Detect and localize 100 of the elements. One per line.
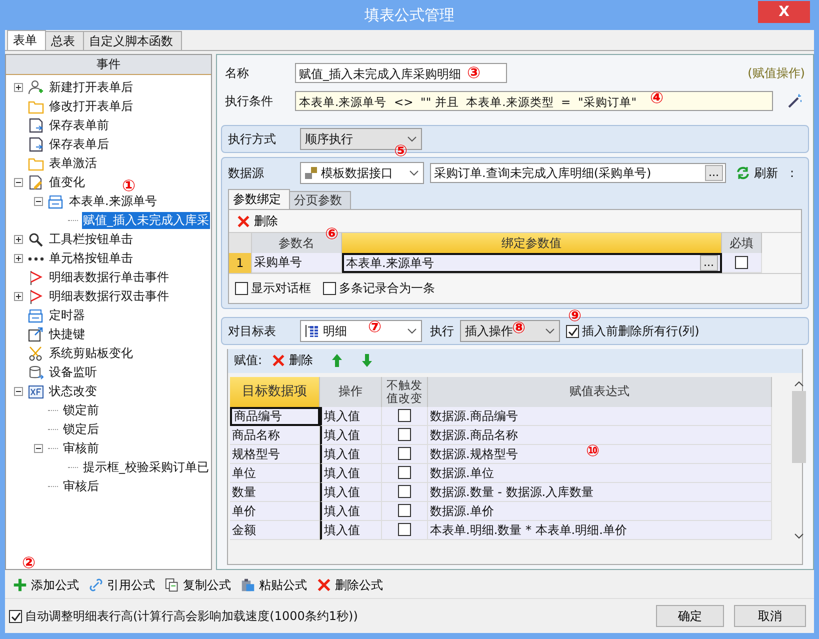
tree-item[interactable]: 锁定后 xyxy=(62,421,100,438)
collapse-toggle[interactable] xyxy=(34,197,44,206)
tree-item[interactable]: 提示框_校验采购订单已 xyxy=(82,459,210,476)
window-title: 填表公式管理 xyxy=(364,6,454,24)
toolbar-label: 赋值: xyxy=(234,352,262,370)
checkbox[interactable] xyxy=(398,409,411,422)
tree-item[interactable]: 保存表单后 xyxy=(48,136,110,153)
tree-item[interactable]: 工具栏按钮单击 xyxy=(48,231,134,248)
table-cell: 填入值 xyxy=(320,464,382,483)
browse-button[interactable]: ... xyxy=(700,255,718,271)
person-icon xyxy=(28,80,44,96)
blocks-icon xyxy=(305,167,317,179)
delete-button[interactable]: 删除 xyxy=(272,352,314,370)
action-button[interactable]: 删除公式 xyxy=(317,576,383,594)
column-header[interactable]: 操作 xyxy=(320,376,382,407)
action-button[interactable]: 引用公式 xyxy=(89,576,155,594)
action-button[interactable]: 粘贴公式 xyxy=(241,576,307,594)
chevron-down-icon xyxy=(407,136,417,142)
wand-icon[interactable] xyxy=(787,93,803,109)
query-field[interactable]: 采购订单.查询未完成入库明细(采购单号) ... xyxy=(430,163,726,183)
close-button[interactable]: X xyxy=(758,1,810,23)
checkbox[interactable] xyxy=(398,485,411,498)
down-arrow-icon[interactable] xyxy=(361,353,374,368)
tab[interactable]: 参数绑定 xyxy=(228,189,290,209)
checkbox[interactable] xyxy=(398,466,411,480)
collapse-toggle[interactable] xyxy=(14,387,24,396)
checkbox[interactable]: 多条记录合为一条 xyxy=(323,280,435,297)
chevron-up-icon[interactable] xyxy=(794,380,804,387)
checkbox[interactable]: 显示对话框 xyxy=(235,280,311,297)
table-cell: 商品名称 xyxy=(230,426,320,445)
tab[interactable]: 分页参数 xyxy=(289,191,351,209)
tab[interactable]: 表单 xyxy=(7,30,46,50)
checkbox[interactable] xyxy=(735,256,748,269)
column-header[interactable]: 赋值表达式 xyxy=(428,376,772,407)
column-header[interactable]: 必填 xyxy=(722,233,762,253)
database-icon xyxy=(28,364,44,380)
expand-toggle[interactable] xyxy=(14,254,24,263)
up-arrow-icon[interactable] xyxy=(331,353,344,368)
chevron-down-icon xyxy=(545,328,555,334)
tree-item[interactable]: 定时器 xyxy=(48,307,86,324)
checkbox[interactable] xyxy=(398,523,411,536)
collapse-toggle[interactable] xyxy=(14,178,24,187)
tab[interactable]: 总表 xyxy=(45,31,84,50)
column-header: 事件 xyxy=(6,55,211,75)
tree-item[interactable]: 状态改变 xyxy=(48,383,98,400)
tree-item[interactable]: 审核前 xyxy=(62,440,100,457)
dialog-button[interactable]: 取消 xyxy=(734,605,806,627)
tree-item[interactable]: 快捷键 xyxy=(48,326,86,343)
delete-button[interactable]: 删除 xyxy=(237,212,278,230)
browse-button[interactable]: ... xyxy=(704,165,723,181)
table-cell: 规格型号 xyxy=(230,444,320,464)
tree-item[interactable]: 审核后 xyxy=(62,478,100,495)
more-handle[interactable]: : xyxy=(790,166,794,180)
close-icon xyxy=(237,214,250,228)
flag-icon xyxy=(28,270,44,286)
refresh-icon xyxy=(736,166,750,180)
document-icon xyxy=(28,118,44,134)
expand-toggle[interactable] xyxy=(14,292,24,301)
table-cell: 金额 xyxy=(230,520,320,540)
magnifier-icon xyxy=(28,232,44,248)
checkmark-icon xyxy=(10,610,21,622)
checkbox[interactable] xyxy=(398,428,411,442)
table-cell: 填入值 xyxy=(320,426,382,445)
tree-item[interactable]: 系统剪贴板变化 xyxy=(48,345,134,362)
tree-item[interactable]: 修改打开表单后 xyxy=(48,98,134,115)
document-icon xyxy=(28,136,44,152)
refresh-button[interactable]: 刷新 xyxy=(732,164,778,182)
annotation-marker: ⑧ xyxy=(512,318,526,337)
action-button[interactable]: 添加公式 xyxy=(13,576,79,594)
datasource-dropdown[interactable]: 模板数据接口 xyxy=(300,162,424,184)
chevron-down-icon[interactable] xyxy=(794,532,804,539)
tree-item[interactable]: 本表单.来源单号 xyxy=(68,193,158,210)
checkmark-icon xyxy=(567,326,578,336)
action-button[interactable]: 复制公式 xyxy=(165,576,231,594)
table-cell: 填入值 xyxy=(320,444,382,464)
column-header[interactable]: 绑定参数值 xyxy=(342,233,722,253)
checkbox[interactable]: 插入前删除所有行(列) xyxy=(566,322,700,340)
tree-item[interactable]: 表单激活 xyxy=(48,155,98,172)
collapse-toggle[interactable] xyxy=(34,444,44,453)
scissors-icon xyxy=(28,346,44,362)
column-header[interactable]: 不触发值改变 xyxy=(382,376,428,407)
expand-toggle[interactable] xyxy=(14,83,24,92)
tree-item[interactable]: 赋值_插入未完成入库采 xyxy=(82,212,210,229)
checkbox[interactable] xyxy=(398,504,411,518)
tree-item[interactable]: 保存表单前 xyxy=(48,117,110,134)
tree-item[interactable]: 新建打开表单后 xyxy=(48,79,134,96)
value-field[interactable]: 本表单.来源单号 ... xyxy=(342,253,722,273)
dialog-button[interactable]: 确定 xyxy=(656,605,724,627)
tree-item[interactable]: 单元格按钮单击 xyxy=(48,250,134,267)
tree-item[interactable]: 明细表数据行单击事件 xyxy=(48,269,170,286)
annotation-marker: ⑨ xyxy=(568,306,582,325)
column-header[interactable]: 目标数据项 xyxy=(230,376,320,407)
tree-item[interactable]: 值变化 xyxy=(48,174,86,191)
checkbox[interactable]: 自动调整明细表行高(计算行高会影响加载速度(1000条约1秒)) xyxy=(9,608,358,624)
expand-toggle[interactable] xyxy=(14,235,24,244)
tree-item[interactable]: 明细表数据行双击事件 xyxy=(48,288,170,305)
checkbox[interactable] xyxy=(398,447,411,460)
tree-item[interactable]: 锁定前 xyxy=(62,402,100,419)
tab[interactable]: 自定义脚本函数 xyxy=(83,31,182,50)
tree-item[interactable]: 设备监听 xyxy=(48,364,98,381)
